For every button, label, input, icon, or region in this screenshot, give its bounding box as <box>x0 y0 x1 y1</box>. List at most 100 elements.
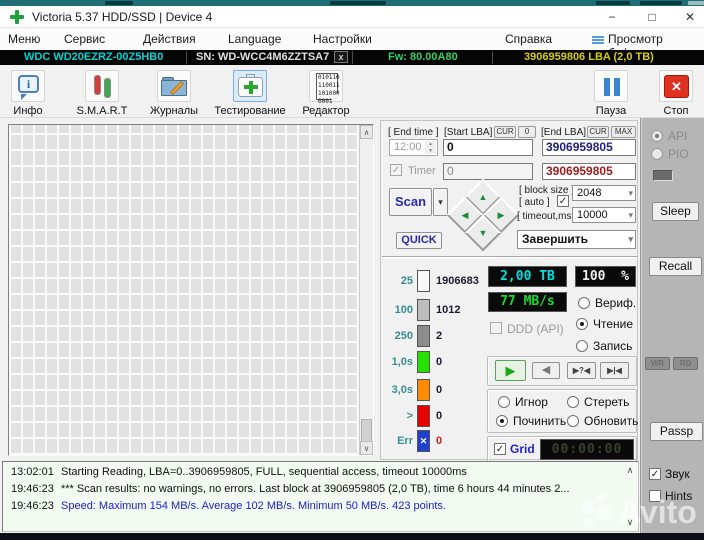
timer-checkbox[interactable]: ✓ <box>390 164 402 176</box>
repair-radio[interactable] <box>496 415 508 427</box>
auto-label: [ auto ] <box>519 197 550 208</box>
block-size-dropdown[interactable]: 2048 ▾ <box>572 185 636 201</box>
grid-checkbox[interactable]: ✓ <box>494 443 506 455</box>
wr-button[interactable]: WR <box>645 357 670 370</box>
device-serial: SN: WD-WCC4M6ZZTSA7 <box>196 51 330 63</box>
menu-item-language[interactable]: Language <box>228 32 281 46</box>
block-over-swatch <box>417 405 430 427</box>
spinner-arrows-icon[interactable]: ▲ ▼ <box>425 141 436 154</box>
scan-dropdown-button[interactable]: ▾ <box>433 188 448 216</box>
end-lba-max-button[interactable]: MAX <box>611 126 636 138</box>
grid-scrollbar[interactable]: ∧ ∨ <box>359 125 373 455</box>
start-lba-zero-button[interactable]: 0 <box>518 126 536 138</box>
log-entry: 19:46:23 Speed: Maximum 154 MB/s. Averag… <box>11 500 446 512</box>
menu-item-actions[interactable]: Действия <box>143 32 196 46</box>
info-button[interactable]: i Инфо <box>0 70 64 117</box>
erase-radio[interactable] <box>567 396 579 408</box>
folder-pencil-icon <box>157 70 191 102</box>
pio-label: PIO <box>668 147 689 161</box>
log-scroll-down-arrow[interactable]: ∨ <box>624 517 636 528</box>
start-lba-cur-button[interactable]: CUR <box>494 126 516 138</box>
start-lba-input[interactable]: 0 <box>443 139 533 156</box>
read-radio[interactable] <box>576 318 588 330</box>
block-1s-swatch <box>417 351 430 373</box>
scan-button[interactable]: Scan <box>389 188 432 216</box>
api-label: API <box>668 129 688 143</box>
scroll-up-arrow[interactable]: ∧ <box>360 125 373 139</box>
minimize-button[interactable]: − <box>596 6 628 28</box>
device-close-button[interactable]: x <box>334 51 348 63</box>
testing-button[interactable]: Тестирование <box>214 70 286 117</box>
end-lba-input[interactable]: 3906959805 <box>542 139 636 156</box>
stop-icon: ✕ <box>659 70 693 102</box>
quick-button[interactable]: QUICK <box>396 232 442 249</box>
histogram-row: 1,0s 0 <box>383 351 483 375</box>
surface-scan-grid: ∧ ∨ <box>8 124 374 456</box>
pause-icon <box>594 70 628 102</box>
menu-bar: Меню Сервис Действия Language Настройки … <box>0 28 704 60</box>
stop-button[interactable]: ✕ Стоп <box>640 70 704 117</box>
background-text-fragment <box>640 1 682 5</box>
rd-button[interactable]: RD <box>673 357 698 370</box>
api-radio[interactable] <box>651 130 663 142</box>
playback-group: ▶ ◀ ▶?◀ ▶|◀ <box>487 356 637 386</box>
background-text-fragment <box>330 1 386 5</box>
refresh-label: Обновить <box>584 414 639 428</box>
device-firmware: Fw: 80.00A80 <box>388 51 458 63</box>
timeout-dropdown[interactable]: 10000 ▾ <box>572 207 636 223</box>
bottom-strip <box>0 533 704 540</box>
rewind-button[interactable]: ◀ <box>532 362 560 379</box>
chevron-down-icon: ▾ <box>628 210 633 220</box>
defect-action-group: Игнор Стереть Починить Обновить <box>487 389 639 433</box>
ignore-radio[interactable] <box>498 396 510 408</box>
divider <box>352 51 353 64</box>
write-radio[interactable] <box>576 340 588 352</box>
pause-button-label: Пауза <box>595 105 627 117</box>
on-end-action-dropdown[interactable]: Завершить ▾ <box>517 230 636 249</box>
menu-item-help[interactable]: Справка <box>505 32 552 46</box>
histogram-row: Err ✕ 0 <box>383 430 483 454</box>
seek-error-button[interactable]: ▶?◀ <box>567 362 596 379</box>
close-button[interactable]: ✕ <box>674 6 704 28</box>
menu-item-settings[interactable]: Настройки <box>313 32 372 46</box>
hints-checkbox[interactable] <box>649 490 661 502</box>
smart-button[interactable]: S.M.A.R.T <box>66 70 138 117</box>
toolbar: i Инфо S.M.A.R.T Журналы Тестирование 01… <box>0 65 704 118</box>
stop-button-label: Стоп <box>663 105 689 117</box>
verify-radio[interactable] <box>578 297 590 309</box>
scroll-down-arrow[interactable]: ∨ <box>360 441 373 455</box>
divider <box>382 256 637 258</box>
passp-button[interactable]: Passp <box>650 422 703 441</box>
log-scroll-up-arrow[interactable]: ∧ <box>624 465 636 476</box>
maximize-button[interactable]: □ <box>636 6 668 28</box>
pio-radio[interactable] <box>651 148 663 160</box>
pause-button[interactable]: Пауза <box>575 70 647 117</box>
current-end-lba-field: 3906959805 <box>542 163 636 180</box>
end-time-spinner[interactable]: 12:00 ▲ ▼ <box>389 139 438 156</box>
buffer-view-icon <box>592 36 604 46</box>
background-text-fragment <box>596 1 630 5</box>
refresh-radio[interactable] <box>567 415 579 427</box>
right-sidebar: API PIO Sleep Recall WR RD Passp ✓ Звук … <box>640 118 704 533</box>
editor-button[interactable]: 010110 110011 101000 0001 Редактор <box>290 70 362 117</box>
erase-label: Стереть <box>584 395 630 409</box>
binary-document-icon: 010110 110011 101000 0001 <box>309 70 343 105</box>
write-label: Запись <box>593 339 633 353</box>
menu-item-menu[interactable]: Меню <box>8 32 40 46</box>
ddd-api-checkbox[interactable] <box>490 322 502 334</box>
end-lba-cur-button[interactable]: CUR <box>587 126 609 138</box>
current-start-lba-field: 0 <box>443 163 533 180</box>
recall-button[interactable]: Recall <box>649 257 702 276</box>
journals-button-label: Журналы <box>149 105 199 117</box>
auto-checkbox[interactable]: ✓ <box>557 195 569 207</box>
end-time-label: [ End time ] <box>388 127 439 138</box>
start-play-button[interactable]: ▶ <box>495 360 526 381</box>
menu-item-service[interactable]: Сервис <box>64 32 105 46</box>
journals-button[interactable]: Журналы <box>138 70 210 117</box>
sleep-button[interactable]: Sleep <box>652 202 699 221</box>
sound-checkbox[interactable]: ✓ <box>649 468 661 480</box>
block-250ms-swatch <box>417 325 430 347</box>
percent-lcd: 100% <box>575 266 636 287</box>
seek-end-button[interactable]: ▶|◀ <box>600 362 629 379</box>
chevron-down-icon: ▾ <box>628 234 633 244</box>
